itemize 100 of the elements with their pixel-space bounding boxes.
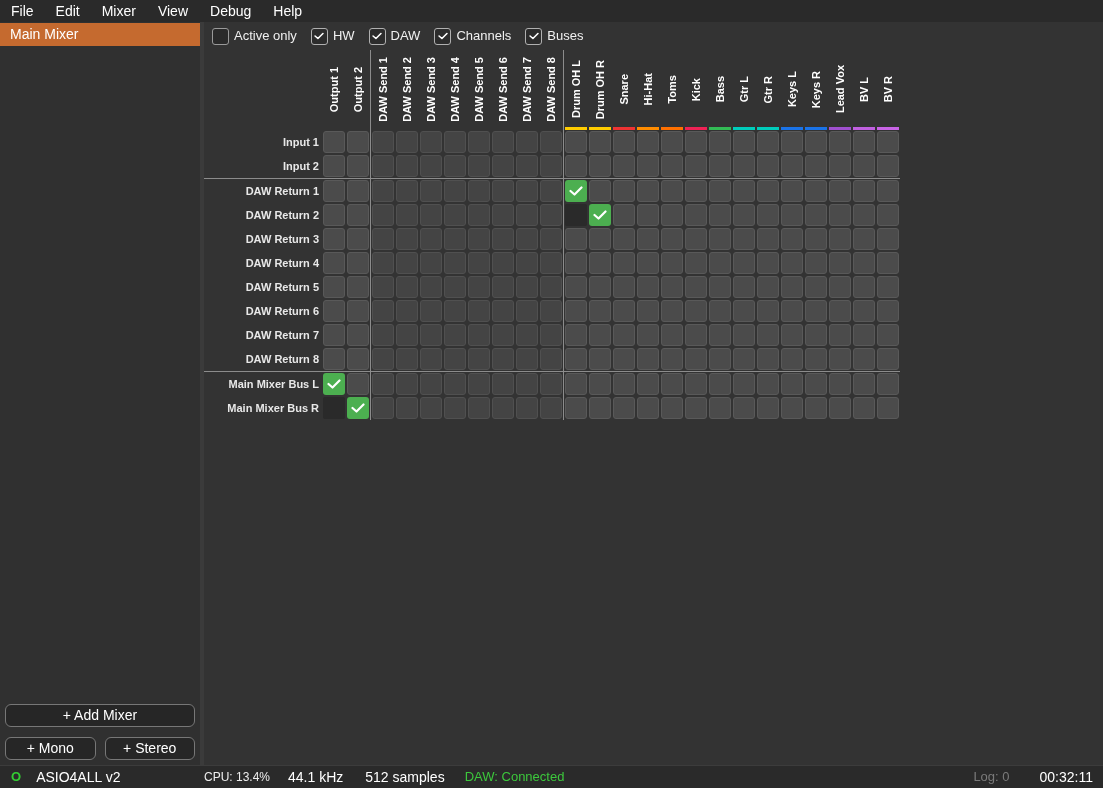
routing-cell[interactable] [709,155,731,177]
routing-cell[interactable] [877,373,899,395]
routing-cell[interactable] [396,180,418,202]
routing-cell[interactable] [540,300,562,322]
routing-cell[interactable] [420,180,442,202]
routing-cell[interactable] [516,397,538,419]
routing-cell[interactable] [492,324,514,346]
routing-cell[interactable] [757,228,779,250]
routing-cell[interactable] [733,324,755,346]
routing-cell[interactable] [347,348,369,370]
routing-cell[interactable] [733,373,755,395]
routing-cell[interactable] [661,180,683,202]
routing-cell[interactable] [781,276,803,298]
routing-cell[interactable] [829,228,851,250]
routing-cell[interactable] [565,131,587,153]
menu-item[interactable]: File [0,0,45,22]
routing-cell[interactable] [323,348,345,370]
routing-cell[interactable] [805,348,827,370]
routing-cell[interactable] [805,324,827,346]
routing-cell[interactable] [589,348,611,370]
routing-cell[interactable] [565,180,587,202]
routing-cell[interactable] [420,300,442,322]
routing-cell[interactable] [323,155,345,177]
routing-cell[interactable] [323,204,345,226]
routing-cell[interactable] [323,300,345,322]
routing-cell[interactable] [805,300,827,322]
routing-cell[interactable] [877,324,899,346]
routing-cell[interactable] [805,252,827,274]
routing-cell[interactable] [372,373,394,395]
routing-cell[interactable] [444,373,466,395]
routing-cell[interactable] [613,180,635,202]
routing-cell[interactable] [733,155,755,177]
routing-cell[interactable] [372,252,394,274]
routing-cell[interactable] [396,373,418,395]
routing-cell[interactable] [661,131,683,153]
routing-cell[interactable] [420,131,442,153]
routing-cell[interactable] [781,324,803,346]
routing-cell[interactable] [516,228,538,250]
routing-cell[interactable] [637,276,659,298]
routing-cell[interactable] [468,276,490,298]
routing-cell[interactable] [877,228,899,250]
routing-cell[interactable] [444,300,466,322]
routing-cell[interactable] [733,131,755,153]
menu-item[interactable]: Help [262,0,314,22]
routing-cell[interactable] [589,324,611,346]
routing-cell[interactable] [829,397,851,419]
routing-cell[interactable] [589,397,611,419]
routing-cell[interactable] [589,204,611,226]
routing-cell[interactable] [420,348,442,370]
routing-cell[interactable] [877,204,899,226]
routing-cell[interactable] [733,348,755,370]
routing-cell[interactable] [829,204,851,226]
routing-cell[interactable] [877,300,899,322]
routing-cell[interactable] [613,373,635,395]
checkbox[interactable] [434,27,452,45]
routing-cell[interactable] [685,397,707,419]
routing-cell[interactable] [468,252,490,274]
routing-cell[interactable] [516,252,538,274]
menu-item[interactable]: Mixer [90,0,147,22]
routing-cell[interactable] [492,276,514,298]
routing-cell[interactable] [420,155,442,177]
routing-cell[interactable] [829,131,851,153]
routing-cell[interactable] [853,397,875,419]
routing-cell[interactable] [877,397,899,419]
routing-cell[interactable] [372,180,394,202]
routing-cell[interactable] [685,324,707,346]
routing-cell[interactable] [709,228,731,250]
routing-cell[interactable] [323,180,345,202]
routing-cell[interactable] [853,276,875,298]
routing-cell[interactable] [372,348,394,370]
checkbox[interactable] [368,27,386,45]
routing-cell[interactable] [468,348,490,370]
routing-cell[interactable] [709,131,731,153]
routing-cell[interactable] [565,155,587,177]
routing-cell[interactable] [781,348,803,370]
routing-cell[interactable] [829,324,851,346]
routing-cell[interactable] [347,155,369,177]
routing-cell[interactable] [516,276,538,298]
routing-cell[interactable] [781,228,803,250]
routing-cell[interactable] [661,300,683,322]
routing-cell[interactable] [396,324,418,346]
routing-cell[interactable] [565,397,587,419]
routing-cell[interactable] [372,228,394,250]
routing-cell[interactable] [565,276,587,298]
routing-cell[interactable] [565,228,587,250]
routing-cell[interactable] [372,276,394,298]
routing-cell[interactable] [444,276,466,298]
routing-cell[interactable] [492,300,514,322]
routing-cell[interactable] [492,348,514,370]
routing-cell[interactable] [468,180,490,202]
routing-cell[interactable] [877,155,899,177]
routing-cell[interactable] [565,373,587,395]
routing-cell[interactable] [661,373,683,395]
routing-cell[interactable] [685,204,707,226]
routing-cell[interactable] [781,300,803,322]
routing-cell[interactable] [347,397,369,419]
routing-cell[interactable] [829,373,851,395]
routing-cell[interactable] [613,276,635,298]
routing-cell[interactable] [661,252,683,274]
routing-cell[interactable] [468,131,490,153]
